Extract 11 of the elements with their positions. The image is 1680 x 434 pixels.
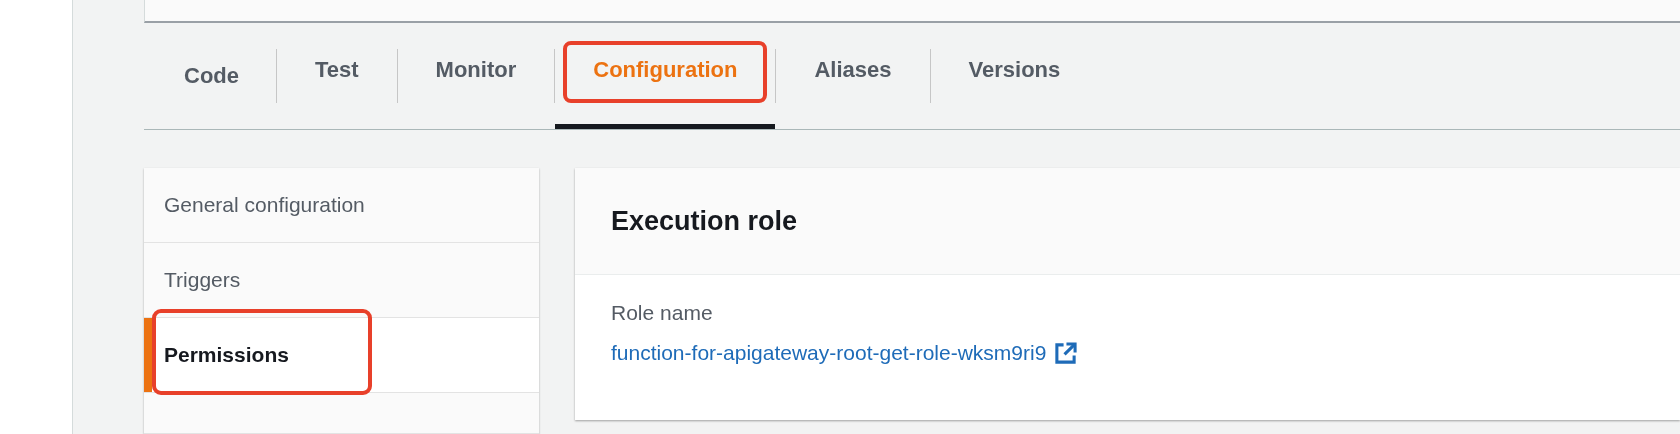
tab[interactable]: Code xyxy=(147,23,276,129)
sidebar-item[interactable]: General configuration xyxy=(144,168,539,243)
tab[interactable]: Aliases xyxy=(776,23,930,129)
tab[interactable]: Monitor xyxy=(397,23,555,129)
tab[interactable]: Versions xyxy=(930,23,1099,129)
sidebar-item[interactable]: Permissions xyxy=(144,318,539,393)
role-link[interactable]: function-for-apigateway-root-get-role-wksm9ri9 xyxy=(611,341,1047,365)
field-label: Role name xyxy=(611,301,714,325)
external-link-icon xyxy=(1054,341,1078,365)
panel-title: Execution role xyxy=(611,205,798,237)
tab[interactable]: Test xyxy=(277,23,397,129)
